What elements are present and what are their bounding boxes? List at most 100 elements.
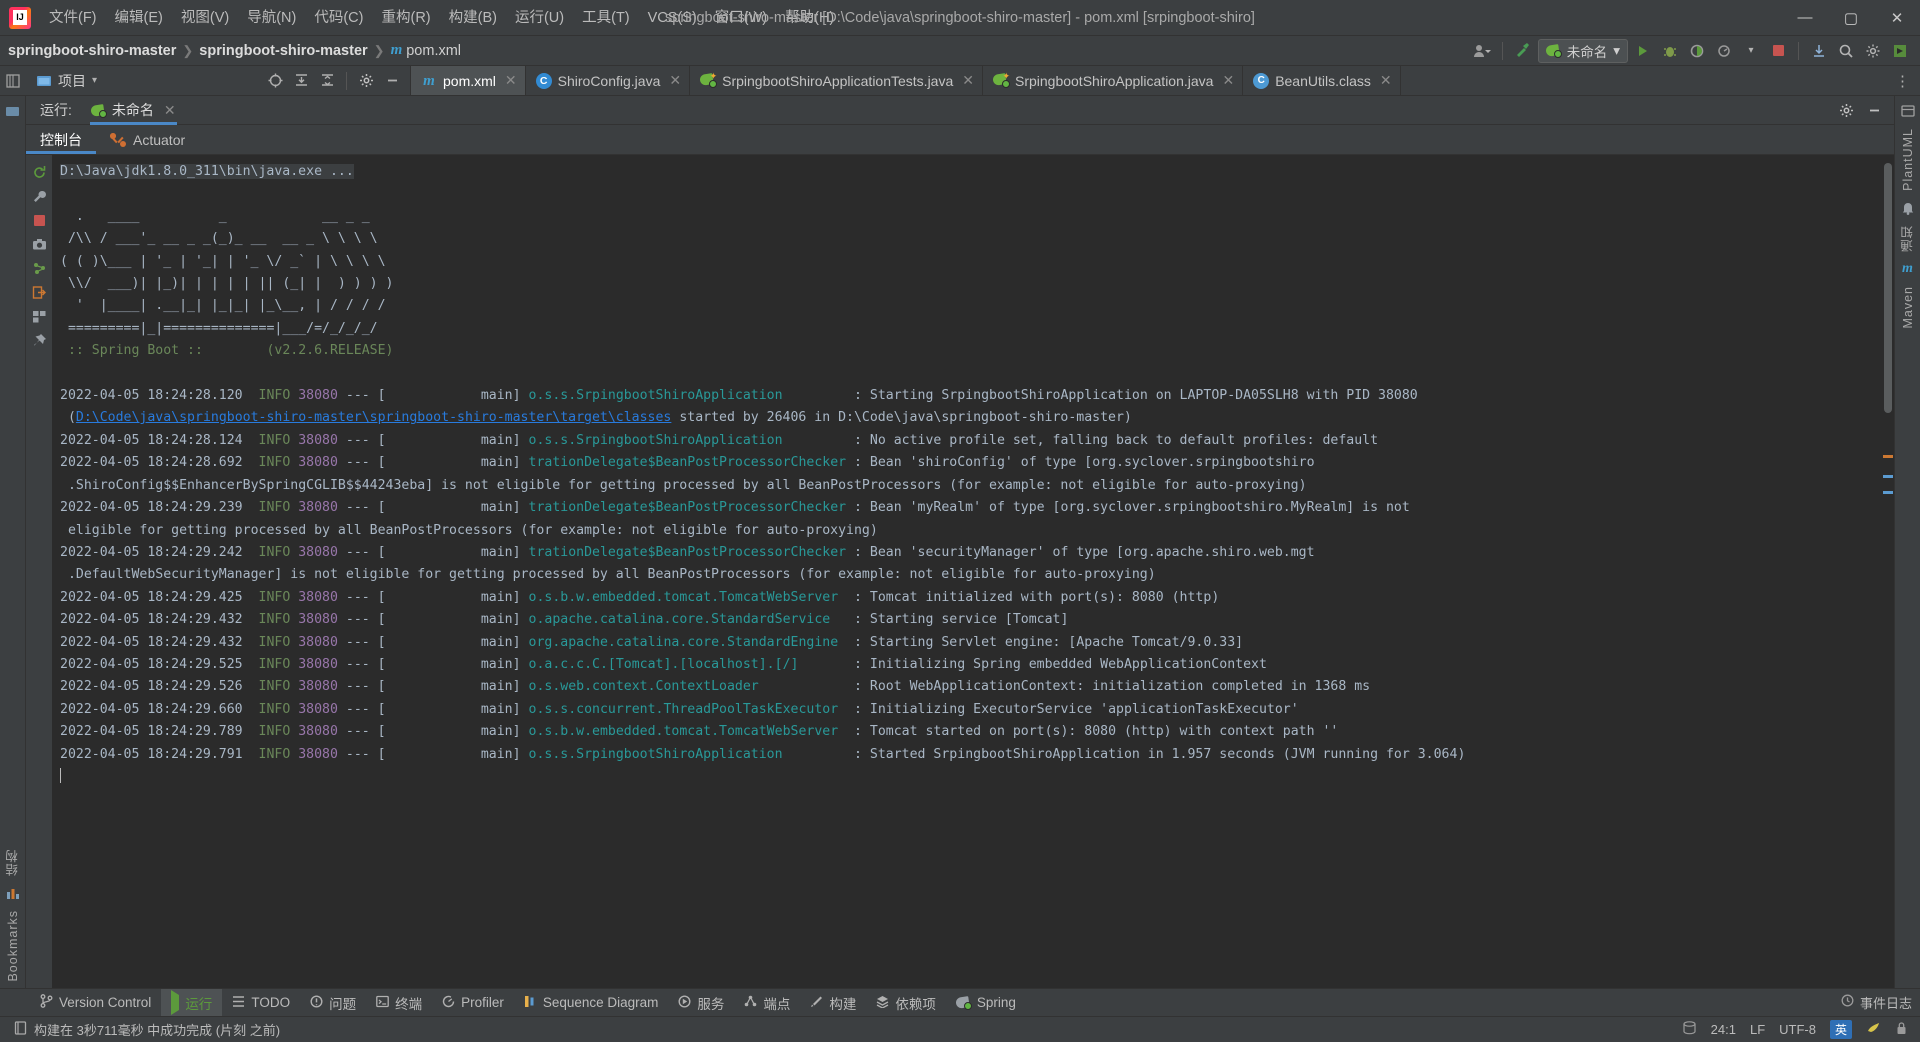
menu-code[interactable]: 代码(C) xyxy=(305,5,372,31)
settings-gear-icon[interactable] xyxy=(1861,39,1885,63)
locate-file-icon[interactable] xyxy=(263,69,287,93)
project-stripe-icon[interactable] xyxy=(2,100,24,122)
chevron-down-icon[interactable]: ▾ xyxy=(1739,39,1763,63)
close-session-icon[interactable]: ✕ xyxy=(164,102,176,119)
ime-tray-icon[interactable] xyxy=(1866,1021,1881,1038)
menu-window[interactable]: 窗口(W) xyxy=(706,5,776,31)
tab-console[interactable]: 控制台 xyxy=(26,125,96,154)
close-button[interactable]: ✕ xyxy=(1874,0,1920,36)
database-icon[interactable] xyxy=(1682,1021,1697,1038)
breadcrumb-module[interactable]: springboot-shiro-master xyxy=(199,43,367,59)
bottom-item-spring[interactable]: Spring xyxy=(946,989,1026,1017)
console-output[interactable]: D:\Java\jdk1.8.0_311\bin\java.exe ... . … xyxy=(52,155,1894,988)
idea-assistant-icon[interactable] xyxy=(1888,39,1912,63)
menu-help[interactable]: 帮助(H) xyxy=(776,5,843,31)
build-hammer-icon[interactable] xyxy=(1511,39,1535,63)
structure-stripe-button[interactable]: 结构 xyxy=(3,843,22,882)
menu-view[interactable]: 视图(V) xyxy=(172,5,238,31)
debug-button[interactable] xyxy=(1658,39,1682,63)
bottom-item-sequence-diagram[interactable]: Sequence Diagram xyxy=(514,989,669,1017)
pin-icon[interactable] xyxy=(28,329,50,351)
user-account-icon[interactable] xyxy=(1470,39,1494,63)
menu-navigate[interactable]: 导航(N) xyxy=(238,5,305,31)
line-separator[interactable]: LF xyxy=(1750,1022,1765,1037)
bottom-item-todo[interactable]: TODO xyxy=(222,989,300,1017)
menu-run[interactable]: 运行(U) xyxy=(506,5,573,31)
editor-tabs-overflow[interactable]: ⋮ xyxy=(1887,66,1920,95)
hide-panel-icon[interactable] xyxy=(380,69,404,93)
close-tab-icon[interactable]: ✕ xyxy=(1222,72,1234,89)
menu-build[interactable]: 构建(B) xyxy=(440,5,506,31)
console-hyperlink[interactable]: D:\Code\java\springboot-shiro-master\spr… xyxy=(76,410,671,425)
chevron-down-icon[interactable]: ▾ xyxy=(92,75,97,86)
exit-icon[interactable] xyxy=(28,281,50,303)
ime-indicator[interactable]: 英 xyxy=(1829,1020,1852,1039)
close-tab-icon[interactable]: ✕ xyxy=(669,72,681,89)
plantuml-stripe-button[interactable]: PlantUML xyxy=(1901,122,1915,197)
update-project-icon[interactable] xyxy=(1807,39,1831,63)
tab-srpingbootshiroapplication-java[interactable]: ✦ SrpingbootShiroApplication.java ✕ xyxy=(983,66,1244,95)
tab-srpingbootshiroapplicationtests-java[interactable]: ✦ SrpingbootShiroApplicationTests.java ✕ xyxy=(690,66,983,95)
notifications-bell-icon[interactable] xyxy=(1897,197,1919,219)
maven-stripe-button[interactable]: Maven xyxy=(1901,280,1915,335)
bottom-item-profiler[interactable]: Profiler xyxy=(432,989,514,1017)
bookmarks-stripe-button[interactable]: Bookmarks xyxy=(6,904,20,988)
bottom-item-endpoints[interactable]: 端点 xyxy=(734,989,800,1017)
run-button[interactable] xyxy=(1631,39,1655,63)
more-options-icon[interactable]: ⋮ xyxy=(1895,72,1912,90)
notifications-stripe-button[interactable]: 通知 xyxy=(1898,219,1917,258)
run-session-tab[interactable]: 未命名 ✕ xyxy=(82,96,185,125)
stop-button[interactable] xyxy=(1766,39,1790,63)
caret-position[interactable]: 24:1 xyxy=(1711,1022,1736,1037)
right-tool-window-stripe: PlantUML 通知 m Maven xyxy=(1894,96,1920,988)
menu-file[interactable]: 文件(F) xyxy=(40,5,106,31)
tab-beanutils-class[interactable]: C BeanUtils.class ✕ xyxy=(1243,66,1401,95)
bottom-item-run[interactable]: 运行 xyxy=(161,988,223,1017)
camera-snapshot-icon[interactable] xyxy=(28,233,50,255)
menu-tools[interactable]: 工具(T) xyxy=(573,5,639,31)
tab-pom-xml[interactable]: m pom.xml ✕ xyxy=(411,66,526,95)
search-icon[interactable] xyxy=(1834,39,1858,63)
console-scrollbar-thumb[interactable] xyxy=(1884,163,1892,413)
layout-icon[interactable] xyxy=(28,305,50,327)
project-settings-gear-icon[interactable] xyxy=(354,69,378,93)
project-panel-label[interactable]: 项目 xyxy=(58,71,86,91)
bottom-item-version-control[interactable]: Version Control xyxy=(30,989,161,1017)
close-tab-icon[interactable]: ✕ xyxy=(962,72,974,89)
menu-edit[interactable]: 编辑(E) xyxy=(106,5,172,31)
editor-tab-bar: 项目 ▾ m pom.xml ✕ C ShiroConfig.java ✕ ✦ … xyxy=(0,66,1920,96)
minimize-button[interactable]: — xyxy=(1782,0,1828,36)
run-configuration-selector[interactable]: 未命名 ▾ xyxy=(1537,38,1628,63)
menu-refactor[interactable]: 重构(R) xyxy=(372,5,439,31)
menu-vcs[interactable]: VCS(S) xyxy=(639,5,706,31)
bottom-item-dependencies[interactable]: 依赖项 xyxy=(866,989,946,1017)
build-status-icon xyxy=(14,1021,27,1038)
expand-all-icon[interactable] xyxy=(289,69,313,93)
tab-shiroconfig-java[interactable]: C ShiroConfig.java ✕ xyxy=(526,66,691,95)
lock-icon[interactable] xyxy=(1895,1021,1908,1038)
bottom-item-problems[interactable]: 问题 xyxy=(300,989,366,1017)
bottom-item-services[interactable]: 服务 xyxy=(668,989,734,1017)
stop-icon[interactable] xyxy=(28,209,50,231)
bottom-item-terminal[interactable]: 终端 xyxy=(366,989,432,1017)
run-with-coverage-button[interactable] xyxy=(1685,39,1709,63)
close-tab-icon[interactable]: ✕ xyxy=(1380,72,1392,89)
thread-dump-icon[interactable] xyxy=(28,257,50,279)
project-tool-window-stripe-icon[interactable] xyxy=(0,66,26,95)
breadcrumb-root[interactable]: springboot-shiro-master xyxy=(8,43,176,59)
tab-actuator[interactable]: Actuator xyxy=(96,125,199,154)
breadcrumb-file[interactable]: pom.xml xyxy=(406,43,461,59)
run-settings-gear-icon[interactable] xyxy=(1834,98,1858,122)
profile-button[interactable] xyxy=(1712,39,1736,63)
hide-run-window-icon[interactable] xyxy=(1862,98,1886,122)
wrench-icon[interactable] xyxy=(28,185,50,207)
maximize-button[interactable]: ▢ xyxy=(1828,0,1874,36)
bottom-item-build[interactable]: 构建 xyxy=(800,989,866,1017)
event-log-label[interactable]: 事件日志 xyxy=(1860,993,1912,1012)
collapse-all-icon[interactable] xyxy=(315,69,339,93)
console-scrollbar[interactable] xyxy=(1882,155,1894,988)
file-encoding[interactable]: UTF-8 xyxy=(1779,1022,1816,1037)
plantuml-stripe-icon[interactable] xyxy=(1897,100,1919,122)
close-tab-icon[interactable]: ✕ xyxy=(505,72,517,89)
rerun-icon[interactable] xyxy=(28,161,50,183)
